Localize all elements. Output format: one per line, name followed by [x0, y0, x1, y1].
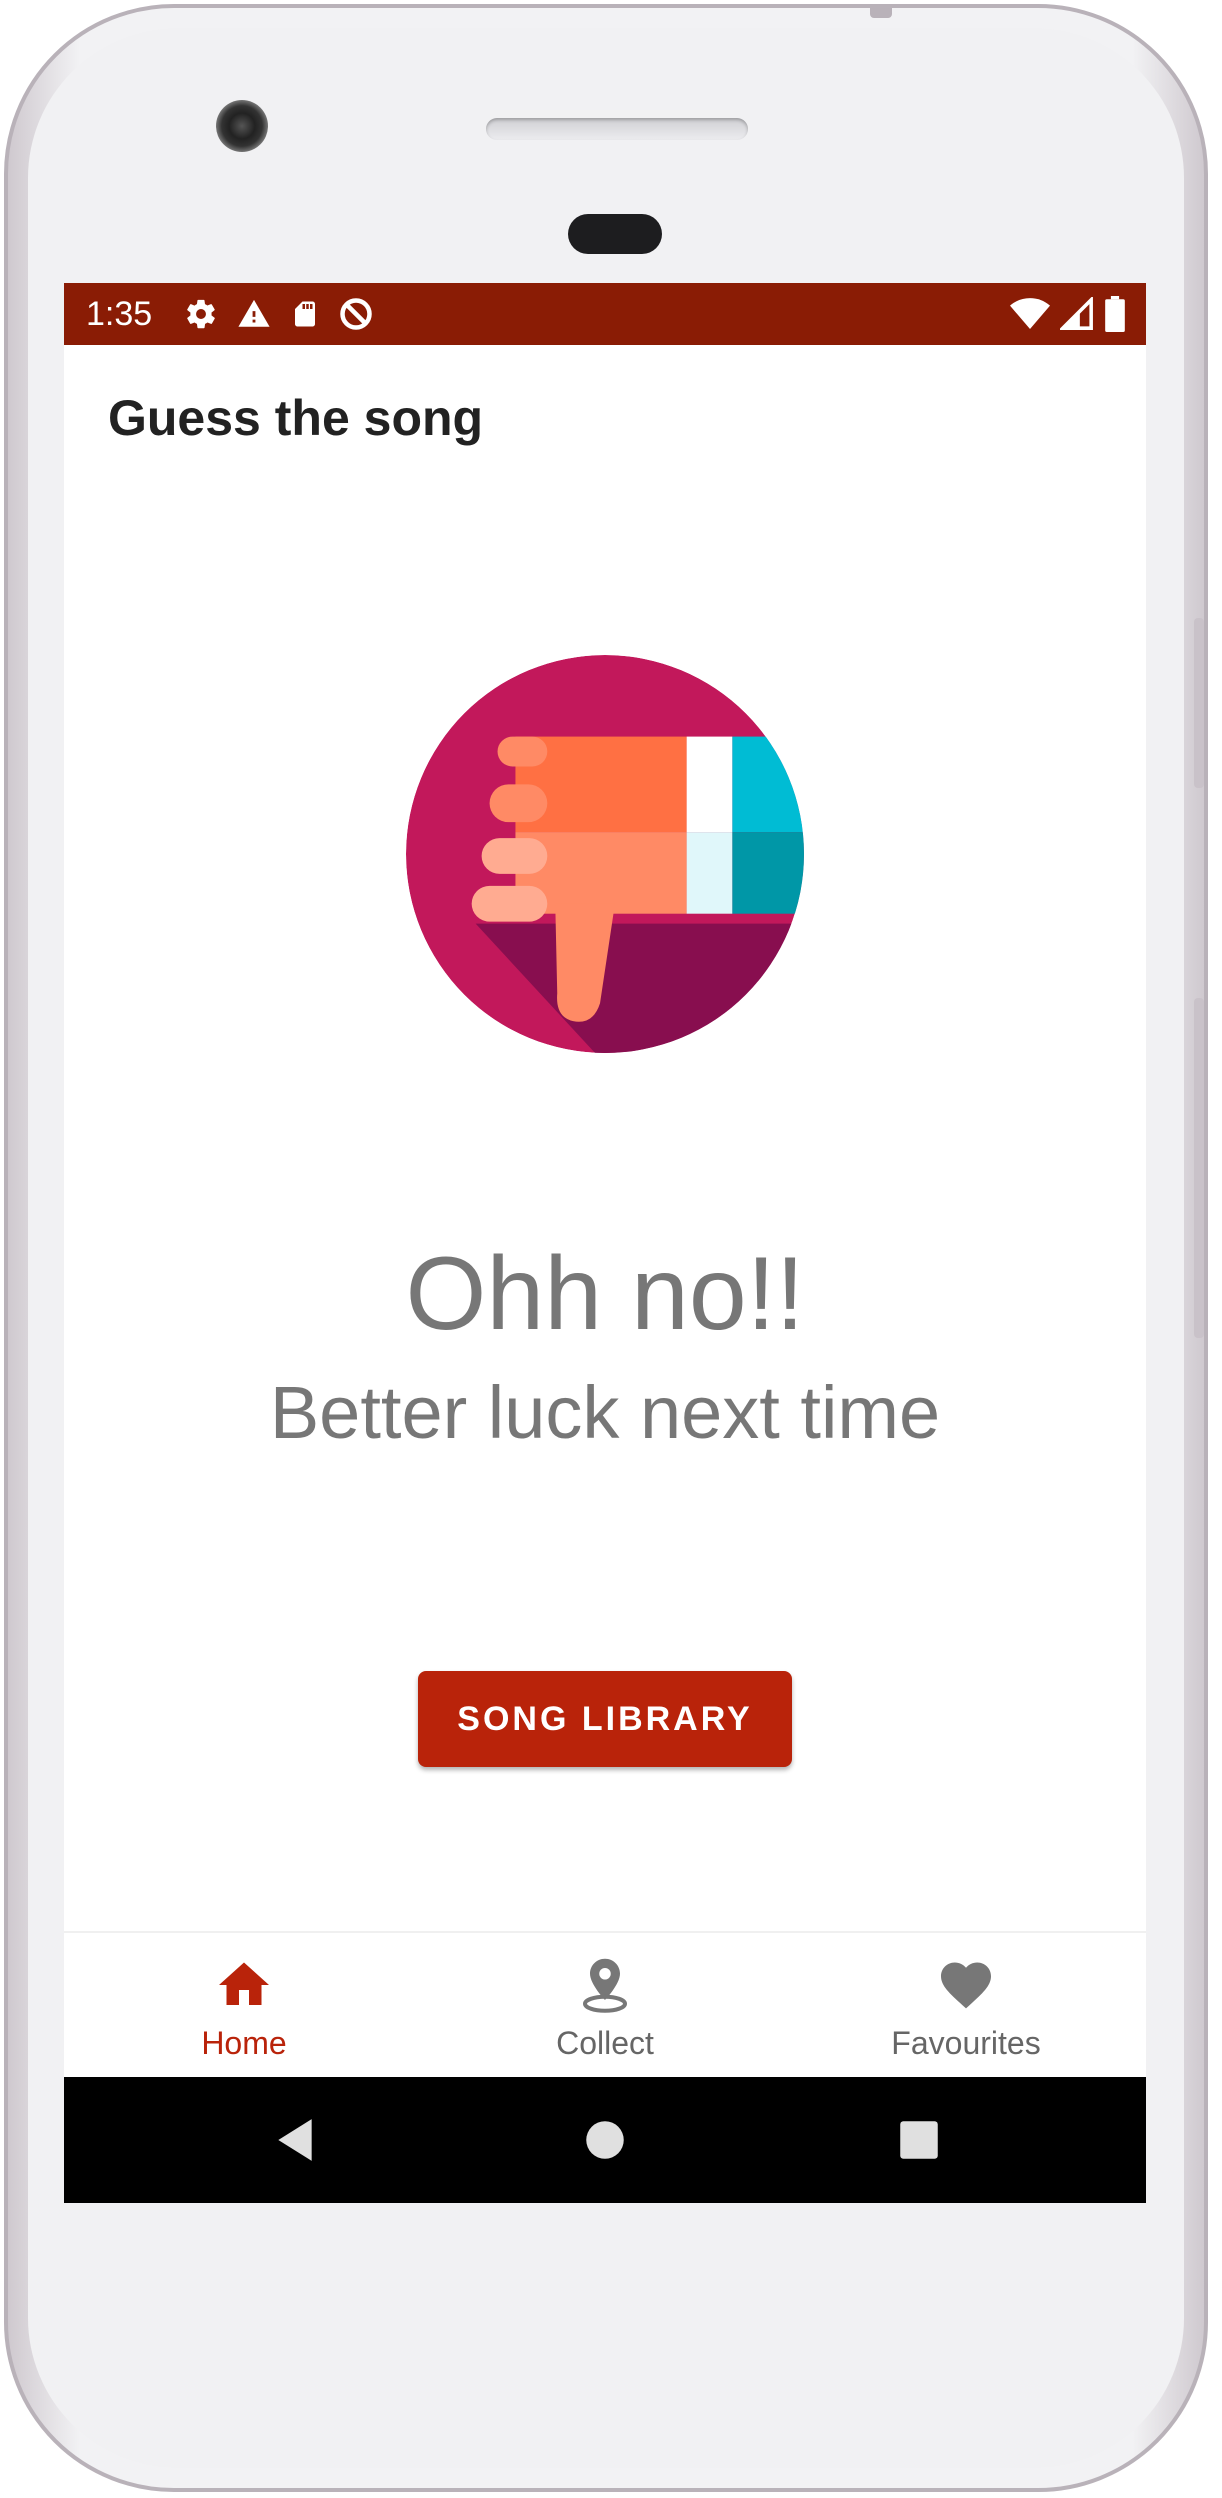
nav-label-favourites: Favourites [891, 2025, 1041, 2061]
warning-icon [238, 299, 270, 327]
data-saver-icon [340, 298, 372, 330]
page-title: Guess the song [108, 390, 484, 446]
nav-label-home: Home [201, 2025, 287, 2061]
nav-item-favourites[interactable]: Favourites [786, 1933, 1146, 2079]
song-library-button[interactable]: SONG LIBRARY [418, 1671, 792, 1767]
result-subtitle: Better luck next time [269, 1371, 941, 1454]
volume-button [1194, 618, 1204, 788]
thumbs-down-icon [406, 655, 804, 1053]
result-title: Ohh no!! [405, 1236, 805, 1352]
power-button [1194, 998, 1204, 1338]
home-circle-icon[interactable] [580, 2115, 630, 2165]
result-content: Ohh no!! Better luck next time SONG LIBR… [64, 495, 1146, 1931]
bottom-navigation: Home Collect Favourites [64, 1931, 1146, 2079]
front-camera [216, 100, 268, 152]
wifi-icon [1010, 298, 1050, 329]
sd-card-icon [295, 301, 315, 327]
back-icon[interactable] [270, 2115, 320, 2165]
proximity-sensor [568, 214, 662, 254]
app-bar: Guess the song [64, 345, 1146, 495]
system-navigation-bar [64, 2077, 1146, 2203]
status-notification-icons [184, 295, 374, 333]
cell-signal-icon [1060, 297, 1093, 330]
device-screen: 1:35 Guess the song Ohh no!! Better luck… [64, 283, 1146, 2203]
earpiece-speaker [486, 118, 748, 140]
status-bar: 1:35 [64, 283, 1146, 345]
nav-label-collect: Collect [556, 2025, 654, 2061]
home-icon [219, 1962, 269, 2005]
recents-icon[interactable] [894, 2115, 944, 2165]
status-time: 1:35 [86, 295, 153, 333]
status-system-icons [1010, 295, 1126, 333]
nav-item-home[interactable]: Home [64, 1933, 424, 2079]
nav-item-collect[interactable]: Collect [425, 1933, 785, 2079]
location-pin-icon [583, 1958, 627, 2013]
settings-icon [187, 299, 215, 329]
heart-icon [941, 1962, 991, 2009]
top-notch [870, 8, 892, 18]
battery-icon [1105, 296, 1125, 332]
